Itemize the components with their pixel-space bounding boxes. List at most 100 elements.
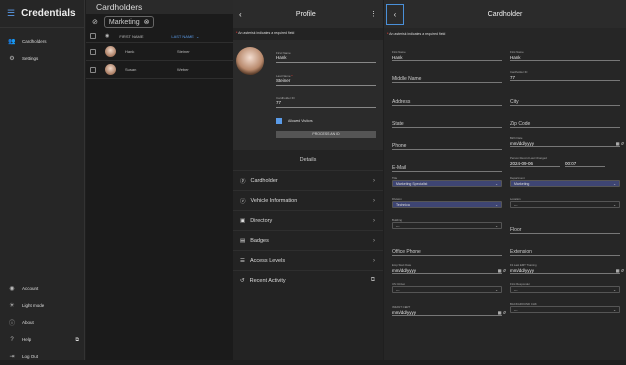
cardholder-id-field[interactable]: 77 (276, 100, 376, 108)
avatar (105, 64, 116, 75)
division-select[interactable]: Technica ⌄ (392, 201, 502, 208)
required-note: * An asterisk indicates a required field (387, 32, 446, 36)
extension-input[interactable]: Extension (510, 249, 620, 256)
cardholder-id-input[interactable]: 77 (510, 74, 620, 81)
infant-cert-input[interactable]: mm/dd/yyyy ▦ ↺ (392, 309, 506, 316)
floor-input[interactable]: Floor (510, 227, 620, 234)
chevron-down-icon: ⌄ (495, 202, 498, 207)
last-name-field[interactable]: Steiner (276, 78, 376, 86)
table-row[interactable]: Susan Weber (86, 61, 233, 79)
info-icon: ⓘ (8, 321, 15, 327)
us-citizen-select[interactable]: --- ⌄ (392, 286, 502, 293)
filter-icon[interactable]: ⊘ (92, 18, 98, 26)
sidebar-item-about[interactable]: ⓘ About (0, 314, 85, 331)
chevron-down-icon: ⌄ (495, 287, 498, 292)
person-icon: ⓟ (240, 178, 246, 185)
app-header: ☰ Credentials (0, 0, 84, 28)
required-note: * An asterisk indicates a required field (236, 31, 295, 35)
details-heading: Details (299, 157, 317, 163)
first-name-input-2[interactable]: Hank (510, 54, 620, 61)
chevron-down-icon: ⌄ (613, 181, 616, 186)
calendar-icon[interactable]: ▦ ↺ (616, 140, 624, 146)
zip-code-input[interactable]: Zip Code (510, 121, 620, 128)
allowed-visitors-checkbox[interactable] (276, 118, 282, 124)
users-icon: 👥 (8, 39, 16, 45)
calendar-icon[interactable]: ▦ ↺ (498, 267, 506, 273)
avatar (236, 47, 264, 75)
profile-title: Profile (295, 10, 316, 18)
state-input[interactable]: State (392, 121, 502, 128)
address-input[interactable]: Address (392, 99, 502, 106)
more-icon[interactable]: ⋮ (370, 10, 377, 18)
sidebar-item-light-mode[interactable]: ☀ Light mode (0, 297, 85, 314)
phone-input[interactable]: Phone (392, 143, 502, 150)
filter-chip[interactable]: Marketing ⊗ (103, 16, 155, 28)
section-vehicle[interactable]: ⓥ Vehicle Information › (233, 190, 383, 210)
chevron-right-icon: › (373, 237, 375, 244)
back-button[interactable]: ‹ (386, 3, 404, 25)
birth-date-input[interactable]: mm/dd/yyyy ▦ ↺ (510, 140, 624, 147)
photo-column-icon: ◉ (105, 33, 110, 39)
background-check-select[interactable]: --- ⌄ (510, 306, 620, 313)
sidebar-item-cardholders[interactable]: 👥 Cardholders (0, 33, 84, 50)
row-checkbox[interactable] (90, 48, 96, 55)
title-select[interactable]: Marketing Specialist ⌄ (392, 180, 502, 187)
external-link-icon: ⧉ (75, 336, 79, 343)
row-checkbox[interactable] (90, 66, 96, 73)
sidebar-item-settings[interactable]: ⚙ Settings (0, 50, 84, 67)
section-recent-activity[interactable]: ↺ Recent Activity ⧉ (233, 270, 383, 290)
chevron-right-icon: › (373, 177, 375, 184)
badge-icon: ▤ (240, 237, 246, 244)
department-select[interactable]: Marketing ⌄ (510, 180, 620, 187)
column-last-name[interactable]: LAST NAME (171, 34, 194, 39)
first-responder-select[interactable]: --- ⌄ (510, 286, 620, 293)
section-access-levels[interactable]: ☰ Access Levels › (233, 250, 383, 270)
middle-name-input[interactable]: Middle Name (392, 76, 502, 83)
table-header: ◉ FIRST NAME LAST NAME ⌄ (86, 30, 233, 43)
table-row[interactable]: Hank Steiner (86, 43, 233, 61)
calendar-icon[interactable]: ▦ ↺ (498, 309, 506, 315)
cardholder-title: Cardholder (487, 10, 523, 18)
chevron-down-icon: ⌄ (613, 287, 616, 292)
list-icon: ☰ (240, 257, 245, 264)
process-id-button[interactable]: PROCESS AN ID (276, 131, 376, 138)
sidebar-item-account[interactable]: ◉ Account (0, 280, 85, 297)
section-badges[interactable]: ▤ Badges › (233, 230, 383, 250)
office-phone-input[interactable]: Office Phone (392, 249, 502, 256)
emp-start-input[interactable]: mm/dd/yyyy ▦ ↺ (392, 267, 506, 274)
chevron-right-icon: › (373, 257, 375, 264)
fit-training-input[interactable]: mm/dd/yyyy ▦ ↺ (510, 267, 624, 274)
help-icon: ? (10, 336, 14, 343)
calendar-icon[interactable]: ▦ ↺ (616, 267, 624, 273)
cardholder-list: Cardholders ⊘ Marketing ⊗ ◉ FIRST NAME LA… (86, 0, 233, 360)
column-first-name[interactable]: FIRST NAME (119, 34, 171, 39)
person-changed-date: 2024-09-06 (510, 160, 560, 167)
chevron-down-icon: ⌄ (613, 307, 616, 312)
select-all-checkbox[interactable] (90, 33, 96, 39)
first-name-field[interactable]: Hank (276, 55, 376, 63)
menu-icon[interactable]: ☰ (7, 8, 15, 19)
profile-card: First Name Hank Last Name * Steiner Card… (233, 40, 383, 150)
building-select[interactable]: --- ⌄ (392, 222, 502, 229)
logout-icon: ⇥ (9, 354, 15, 360)
section-cardholder[interactable]: ⓟ Cardholder › (233, 170, 383, 190)
email-input[interactable]: E-Mail (392, 165, 502, 172)
close-icon[interactable]: ⊗ (144, 18, 150, 26)
chevron-right-icon: › (373, 217, 375, 224)
first-name-input[interactable]: Hank (392, 54, 502, 61)
sort-down-icon[interactable]: ⌄ (196, 34, 199, 39)
chevron-down-icon: ⌄ (613, 202, 616, 207)
back-icon[interactable]: ‹ (239, 10, 242, 19)
app-title: Credentials (21, 8, 76, 19)
chevron-down-icon: ⌄ (495, 223, 498, 228)
gear-icon: ⚙ (9, 56, 15, 62)
location-select[interactable]: --- ⌄ (510, 201, 620, 208)
city-input[interactable]: City (510, 99, 620, 106)
sidebar: ☰ Credentials 👥 Cardholders ⚙ Settings ◉… (0, 0, 85, 360)
chevron-right-icon: › (373, 197, 375, 204)
sun-icon: ☀ (9, 303, 15, 309)
sidebar-item-logout[interactable]: ⇥ Log Out (0, 348, 85, 365)
chevron-down-icon: ⌄ (495, 181, 498, 186)
section-directory[interactable]: ▣ Directory › (233, 210, 383, 230)
sidebar-item-help[interactable]: ? Help ⧉ (0, 331, 85, 348)
